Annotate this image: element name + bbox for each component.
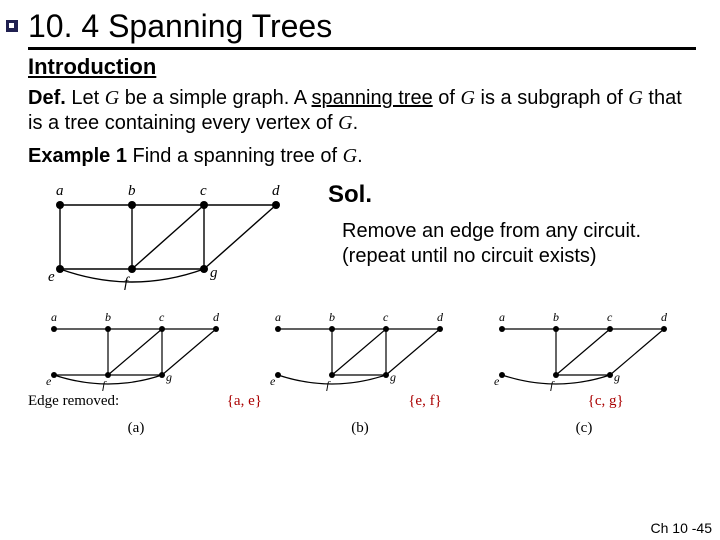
svg-text:e: e (48, 269, 55, 285)
graph-step-c: ab cd efg (472, 305, 696, 391)
def-label: Def. (28, 87, 66, 109)
svg-text:g: g (210, 265, 218, 281)
svg-text:a: a (275, 310, 281, 324)
sub-b: (b) (248, 420, 472, 437)
svg-text:d: d (213, 310, 220, 324)
edge-removed-row: Edge removed: {a, e} {e, f} {c, g} (24, 393, 696, 410)
svg-text:c: c (383, 310, 389, 324)
svg-text:b: b (553, 310, 559, 324)
subfigure-labels: (a) (b) (c) (24, 420, 696, 437)
svg-text:d: d (437, 310, 444, 324)
svg-text:e: e (270, 374, 276, 388)
solution-text: Remove an edge from any circuit. (repeat… (328, 219, 696, 269)
svg-text:b: b (329, 310, 335, 324)
graph-step-a: ab cd efg (24, 305, 248, 391)
graph-main-svg: a b c d e f g (24, 177, 314, 297)
svg-text:g: g (614, 370, 620, 384)
svg-text:c: c (159, 310, 165, 324)
svg-text:a: a (56, 183, 64, 199)
removed-b: {e, f} (335, 393, 516, 410)
solution-label: Sol. (328, 181, 696, 209)
svg-text:e: e (494, 374, 500, 388)
svg-text:d: d (272, 183, 280, 199)
svg-text:g: g (166, 370, 172, 384)
svg-text:a: a (499, 310, 505, 324)
svg-text:a: a (51, 310, 57, 324)
svg-text:c: c (607, 310, 613, 324)
svg-text:d: d (661, 310, 668, 324)
svg-text:b: b (128, 183, 136, 199)
svg-text:f: f (124, 275, 130, 291)
removed-c: {c, g} (515, 393, 696, 410)
example-paragraph: Example 1 Find a spanning tree of G. (28, 144, 692, 169)
sub-a: (a) (24, 420, 248, 437)
sub-c: (c) (472, 420, 696, 437)
svg-text:g: g (390, 370, 396, 384)
section-heading: Introduction (28, 54, 696, 80)
edge-removed-label: Edge removed: (24, 393, 154, 410)
slide-bullet-icon (6, 20, 18, 32)
svg-text:b: b (105, 310, 111, 324)
svg-text:e: e (46, 374, 52, 388)
graph-step-b: ab cd efg (248, 305, 472, 391)
term-spanning-tree: spanning tree (312, 87, 433, 109)
svg-text:c: c (200, 183, 207, 199)
graph-steps-row: ab cd efg ab cd efg (24, 305, 696, 391)
page-title: 10. 4 Spanning Trees (28, 8, 696, 50)
graph-main: a b c d e f g (24, 177, 314, 297)
page-footer: Ch 10 -45 (651, 520, 712, 536)
removed-a: {a, e} (154, 393, 335, 410)
example-label: Example 1 (28, 145, 127, 167)
definition-paragraph: Def. Let G be a simple graph. A spanning… (28, 86, 692, 136)
